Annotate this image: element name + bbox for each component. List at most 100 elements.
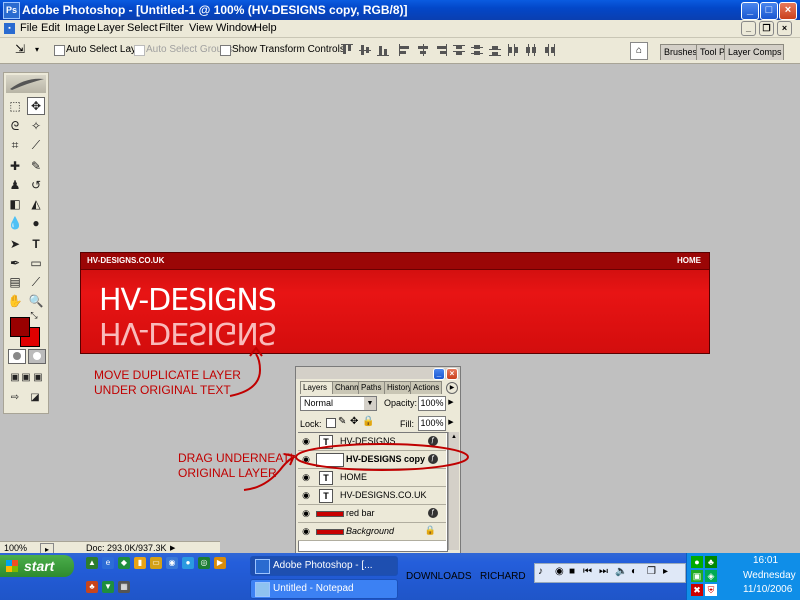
tab-actions[interactable]: Actions — [410, 381, 442, 394]
lock-transparent-icon[interactable] — [326, 418, 336, 428]
restore-icon[interactable]: ❐ — [647, 566, 656, 577]
brush-tool-icon[interactable]: ✎ — [27, 157, 45, 175]
lock-position-icon[interactable]: ✥ — [350, 416, 358, 427]
next-icon[interactable]: ⏭ — [599, 566, 608, 577]
doc-restore-button[interactable]: ❐ — [759, 21, 774, 36]
doc-close-button[interactable]: × — [777, 21, 792, 36]
quicklaunch-8-icon[interactable]: ◎ — [198, 557, 210, 569]
history-brush-tool-icon[interactable]: ↺ — [27, 176, 45, 194]
notes-tool-icon[interactable]: ▤ — [6, 273, 24, 291]
foreground-color-swatch[interactable] — [10, 317, 30, 337]
quick-mask-mode-icon[interactable] — [28, 349, 46, 364]
tray-green-icon[interactable]: ● — [691, 556, 703, 568]
tool-preset-dropdown-icon[interactable]: ▾ — [31, 44, 43, 56]
opacity-input[interactable]: 100% — [418, 396, 446, 411]
play-icon[interactable]: ◉ — [555, 566, 564, 577]
eyedropper-tool-icon[interactable]: ⟋ — [27, 273, 45, 291]
quicklaunch-1-icon[interactable]: ▲ — [86, 557, 98, 569]
menu-window[interactable]: Window — [216, 22, 255, 34]
palette-minimize-button[interactable]: _ — [433, 368, 445, 380]
quicklaunch-5-icon[interactable]: ▭ — [150, 557, 162, 569]
doc-minimize-button[interactable]: _ — [741, 21, 756, 36]
tray-shield-icon[interactable]: ⛨ — [705, 584, 717, 596]
align-vcenter-icon[interactable] — [358, 43, 372, 57]
align-top-icon[interactable] — [340, 43, 354, 57]
quicklaunch-3-icon[interactable]: ◆ — [118, 557, 130, 569]
show-transform-controls-checkbox[interactable] — [220, 45, 231, 56]
zoom-tool-icon[interactable]: 🔍 — [27, 292, 45, 310]
fill-arrow-icon[interactable]: ▶ — [446, 417, 456, 428]
blur-tool-icon[interactable]: 💧 — [6, 214, 24, 232]
full-screen-mode-icon[interactable]: ▣ — [29, 369, 47, 387]
quicklaunch-7-icon[interactable]: ● — [182, 557, 194, 569]
quicklaunch-2-icon[interactable]: e — [102, 557, 114, 569]
close-button[interactable]: × — [779, 2, 797, 20]
eye-icon[interactable]: ◉ — [300, 526, 312, 536]
menu-layer[interactable]: Layer — [97, 22, 125, 34]
crop-tool-icon[interactable]: ⌗ — [6, 136, 24, 154]
align-hcenter-icon[interactable] — [416, 43, 430, 57]
distribute-left-icon[interactable] — [506, 43, 520, 57]
distribute-hcenter-icon[interactable] — [524, 43, 538, 57]
mute-icon[interactable]: 🔈 — [615, 566, 627, 577]
healing-brush-tool-icon[interactable]: ✚ — [6, 157, 24, 175]
menu-select[interactable]: Select — [127, 22, 158, 34]
stop-icon[interactable]: ■ — [569, 566, 575, 577]
paint-bucket-tool-icon[interactable]: ◭ — [27, 195, 45, 213]
tab-layers[interactable]: Layers — [300, 381, 336, 394]
magic-wand-tool-icon[interactable]: ✧ — [27, 117, 45, 135]
menu-edit[interactable]: Edit — [41, 22, 60, 34]
tray-security-icon[interactable]: ✖ — [691, 584, 703, 596]
jump-to-imageready-icon[interactable]: ⇨ — [6, 389, 24, 407]
slice-tool-icon[interactable]: ⟋ — [27, 136, 45, 154]
rectangle-tool-icon[interactable]: ▭ — [27, 254, 45, 272]
palette-menu-icon[interactable]: ▶ — [446, 382, 458, 394]
quicklaunch-10-icon[interactable]: ♣ — [86, 581, 98, 593]
taskbar-notepad-button[interactable]: Untitled - Notepad — [250, 579, 398, 599]
photoshop-feather-icon[interactable] — [6, 75, 46, 93]
layer-row-red-bar[interactable]: ◉ red bar ƒ — [298, 505, 446, 523]
palette-close-button[interactable]: × — [446, 368, 458, 380]
lasso-tool-icon[interactable]: ᘓ — [6, 117, 24, 135]
pen-tool-icon[interactable]: ✒ — [6, 254, 24, 272]
imageready-icon[interactable]: ◪ — [26, 389, 44, 407]
menu-view[interactable]: View — [189, 22, 213, 34]
quicklaunch-12-icon[interactable]: ▦ — [118, 581, 130, 593]
quicklaunch-11-icon[interactable]: ▼ — [102, 581, 114, 593]
fill-input[interactable]: 100% — [418, 416, 446, 431]
align-left-icon[interactable] — [398, 43, 412, 57]
menu-image[interactable]: Image — [65, 22, 96, 34]
layer-effects-icon[interactable]: ƒ — [428, 508, 438, 518]
lock-all-icon[interactable]: 🔒 — [362, 416, 374, 427]
tray-antivirus-icon[interactable]: ◈ — [705, 570, 717, 582]
taskbar-photoshop-button[interactable]: Adobe Photoshop - [... — [250, 556, 398, 576]
menu-filter[interactable]: Filter — [159, 22, 183, 34]
clone-stamp-tool-icon[interactable]: ♟ — [6, 176, 24, 194]
toolbar-downloads-label[interactable]: DOWNLOADS — [406, 571, 472, 582]
dodge-tool-icon[interactable]: ● — [27, 214, 45, 232]
align-bottom-icon[interactable] — [376, 43, 390, 57]
type-tool-icon[interactable]: T — [27, 235, 45, 253]
distribute-right-icon[interactable] — [542, 43, 556, 57]
opacity-arrow-icon[interactable]: ▶ — [446, 397, 456, 408]
quicklaunch-4-icon[interactable]: ▮ — [134, 557, 146, 569]
layer-row-site[interactable]: ◉ T HV-DESIGNS.CO.UK — [298, 487, 446, 505]
prev-icon[interactable]: ⏮ — [583, 566, 592, 577]
distribute-top-icon[interactable] — [452, 43, 466, 57]
auto-select-layer-checkbox[interactable] — [54, 45, 65, 56]
hand-tool-icon[interactable]: ✋ — [6, 292, 24, 310]
align-right-icon[interactable] — [434, 43, 448, 57]
file-browser-icon[interactable]: ⌂ — [630, 42, 648, 60]
tray-msn-icon[interactable]: ♣ — [705, 556, 717, 568]
distribute-bottom-icon[interactable] — [488, 43, 502, 57]
media-player-icon[interactable]: ♪ — [538, 566, 543, 577]
zoom-level[interactable]: 100% — [4, 543, 27, 553]
standard-mode-icon[interactable] — [8, 349, 26, 364]
maximize-button[interactable]: □ — [760, 2, 778, 20]
palette-header[interactable]: _ × — [296, 367, 460, 380]
layer-row-background[interactable]: ◉ Background 🔒 — [298, 523, 446, 541]
marquee-tool-icon[interactable]: ⬚ — [6, 97, 24, 115]
distribute-vcenter-icon[interactable] — [470, 43, 484, 57]
start-button[interactable]: start — [0, 555, 74, 577]
eye-icon[interactable]: ◉ — [300, 508, 312, 518]
